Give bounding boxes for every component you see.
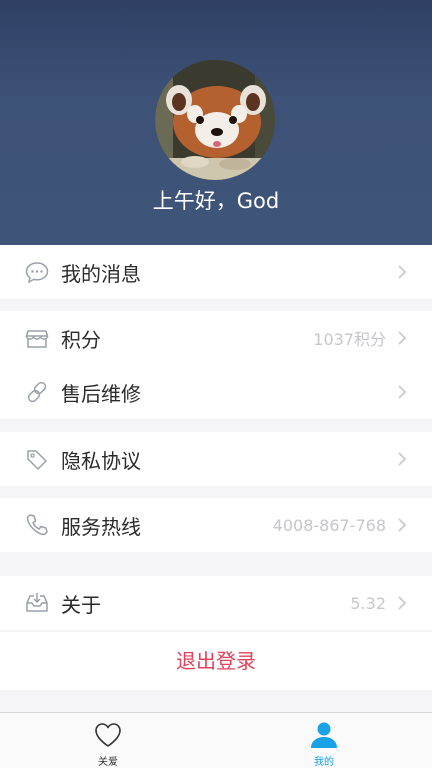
chevron-right-icon: [398, 518, 407, 532]
menu-item-about-label: 关于: [61, 592, 101, 617]
menu-group-hotline: 服务热线 4008-867-768: [0, 498, 432, 552]
menu-item-messages-label: 我的消息: [61, 261, 141, 286]
tab-mine-label: 我的: [314, 757, 334, 768]
red-panda-avatar-image: [155, 60, 275, 180]
menu-item-about[interactable]: 关于 5.32: [0, 576, 432, 630]
menu-item-privacy[interactable]: 隐私协议: [0, 432, 432, 486]
bottom-tab-bar: 关爱 我的: [0, 712, 432, 768]
menu-item-repair-label: 售后维修: [61, 381, 141, 406]
tab-mine[interactable]: 我的: [216, 713, 432, 768]
person-icon: [311, 722, 337, 748]
chevron-right-icon: [398, 265, 407, 279]
profile-header: 上午好，God: [0, 0, 432, 245]
tag-icon: [24, 446, 50, 472]
chevron-right-icon: [398, 596, 407, 610]
menu-item-messages[interactable]: 我的消息: [0, 245, 432, 299]
greeting-text: 上午好，God: [152, 189, 280, 213]
chevron-right-icon: [398, 331, 407, 345]
phone-icon: [24, 512, 50, 538]
inbox-download-icon: [24, 590, 50, 616]
app-version: 5.32: [350, 593, 386, 613]
menu-item-hotline-label: 服务热线: [61, 514, 141, 539]
chat-bubble-icon: [24, 259, 50, 285]
points-value: 1037积分: [313, 330, 386, 349]
menu-item-privacy-label: 隐私协议: [61, 448, 141, 473]
logout-button[interactable]: 退出登录: [0, 632, 432, 690]
menu-item-points-label: 积分: [61, 327, 101, 352]
avatar[interactable]: [155, 60, 275, 180]
tab-care[interactable]: 关爱: [0, 713, 216, 768]
menu-item-hotline[interactable]: 服务热线 4008-867-768: [0, 498, 432, 552]
hotline-number: 4008-867-768: [272, 515, 386, 535]
menu-group-messages: 我的消息: [0, 245, 432, 299]
link-chain-icon: [24, 379, 50, 405]
menu-group-points: 积分 1037积分 售后维修: [0, 311, 432, 419]
tab-care-label: 关爱: [98, 757, 118, 768]
store-icon: [24, 325, 50, 351]
menu-item-points[interactable]: 积分 1037积分: [0, 311, 432, 365]
menu-group-privacy: 隐私协议: [0, 432, 432, 486]
chevron-right-icon: [398, 385, 407, 399]
chevron-right-icon: [398, 452, 407, 466]
menu-item-repair[interactable]: 售后维修: [0, 365, 432, 419]
heart-icon: [95, 723, 121, 747]
menu-group-about: 关于 5.32: [0, 576, 432, 630]
